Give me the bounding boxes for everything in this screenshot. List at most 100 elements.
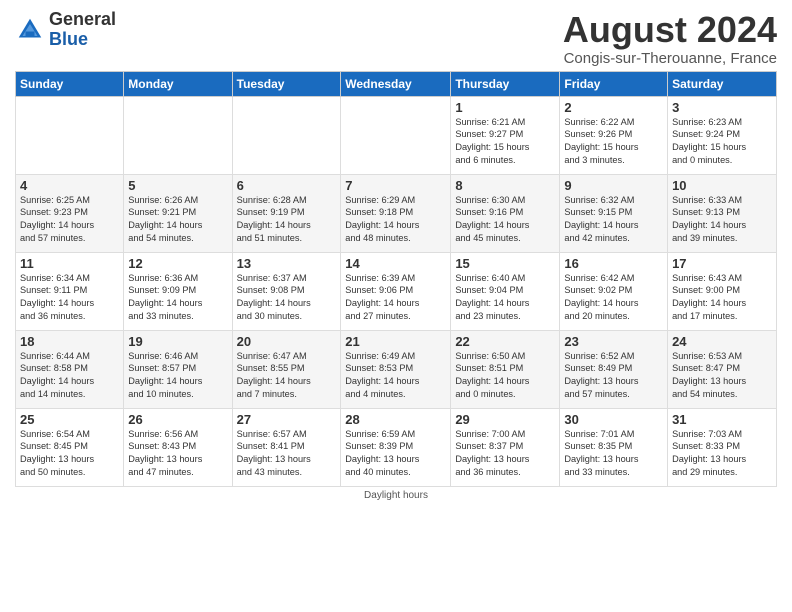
day-info: Sunrise: 6:30 AM Sunset: 9:16 PM Dayligh…	[455, 194, 555, 246]
day-number: 24	[672, 334, 772, 349]
day-info: Sunrise: 6:54 AM Sunset: 8:45 PM Dayligh…	[20, 428, 119, 480]
day-info: Sunrise: 6:56 AM Sunset: 8:43 PM Dayligh…	[128, 428, 227, 480]
day-number: 3	[672, 100, 772, 115]
day-info: Sunrise: 6:22 AM Sunset: 9:26 PM Dayligh…	[564, 116, 663, 168]
day-number: 8	[455, 178, 555, 193]
calendar-cell: 5Sunrise: 6:26 AM Sunset: 9:21 PM Daylig…	[124, 174, 232, 252]
page-container: General Blue August 2024 Congis-sur-Ther…	[0, 0, 792, 506]
day-number: 7	[345, 178, 446, 193]
day-number: 18	[20, 334, 119, 349]
calendar-day-header: Tuesday	[232, 71, 341, 96]
day-info: Sunrise: 6:57 AM Sunset: 8:41 PM Dayligh…	[237, 428, 337, 480]
day-info: Sunrise: 6:36 AM Sunset: 9:09 PM Dayligh…	[128, 272, 227, 324]
day-number: 12	[128, 256, 227, 271]
calendar-cell: 4Sunrise: 6:25 AM Sunset: 9:23 PM Daylig…	[16, 174, 124, 252]
calendar-week-row: 25Sunrise: 6:54 AM Sunset: 8:45 PM Dayli…	[16, 408, 777, 486]
day-info: Sunrise: 6:25 AM Sunset: 9:23 PM Dayligh…	[20, 194, 119, 246]
footer-note: Daylight hours	[15, 490, 777, 501]
calendar-cell	[232, 96, 341, 174]
calendar-cell: 28Sunrise: 6:59 AM Sunset: 8:39 PM Dayli…	[341, 408, 451, 486]
day-info: Sunrise: 6:49 AM Sunset: 8:53 PM Dayligh…	[345, 350, 446, 402]
calendar-day-header: Wednesday	[341, 71, 451, 96]
calendar-day-header: Sunday	[16, 71, 124, 96]
logo: General Blue	[15, 10, 116, 50]
calendar-cell: 30Sunrise: 7:01 AM Sunset: 8:35 PM Dayli…	[560, 408, 668, 486]
calendar-day-header: Saturday	[668, 71, 777, 96]
day-number: 29	[455, 412, 555, 427]
calendar-cell: 20Sunrise: 6:47 AM Sunset: 8:55 PM Dayli…	[232, 330, 341, 408]
day-info: Sunrise: 6:21 AM Sunset: 9:27 PM Dayligh…	[455, 116, 555, 168]
calendar-cell: 21Sunrise: 6:49 AM Sunset: 8:53 PM Dayli…	[341, 330, 451, 408]
calendar-cell: 26Sunrise: 6:56 AM Sunset: 8:43 PM Dayli…	[124, 408, 232, 486]
day-number: 21	[345, 334, 446, 349]
day-info: Sunrise: 6:26 AM Sunset: 9:21 PM Dayligh…	[128, 194, 227, 246]
footer-note-text: Daylight hours	[364, 490, 428, 501]
calendar-cell: 27Sunrise: 6:57 AM Sunset: 8:41 PM Dayli…	[232, 408, 341, 486]
day-number: 9	[564, 178, 663, 193]
calendar-cell: 31Sunrise: 7:03 AM Sunset: 8:33 PM Dayli…	[668, 408, 777, 486]
day-info: Sunrise: 6:37 AM Sunset: 9:08 PM Dayligh…	[237, 272, 337, 324]
calendar-header-row: SundayMondayTuesdayWednesdayThursdayFrid…	[16, 71, 777, 96]
calendar-cell: 6Sunrise: 6:28 AM Sunset: 9:19 PM Daylig…	[232, 174, 341, 252]
day-info: Sunrise: 6:53 AM Sunset: 8:47 PM Dayligh…	[672, 350, 772, 402]
calendar-day-header: Monday	[124, 71, 232, 96]
calendar-cell: 25Sunrise: 6:54 AM Sunset: 8:45 PM Dayli…	[16, 408, 124, 486]
calendar-cell: 13Sunrise: 6:37 AM Sunset: 9:08 PM Dayli…	[232, 252, 341, 330]
month-title: August 2024	[563, 10, 777, 50]
calendar-day-header: Friday	[560, 71, 668, 96]
day-number: 17	[672, 256, 772, 271]
calendar-cell: 15Sunrise: 6:40 AM Sunset: 9:04 PM Dayli…	[451, 252, 560, 330]
calendar-cell: 1Sunrise: 6:21 AM Sunset: 9:27 PM Daylig…	[451, 96, 560, 174]
calendar-cell: 16Sunrise: 6:42 AM Sunset: 9:02 PM Dayli…	[560, 252, 668, 330]
header: General Blue August 2024 Congis-sur-Ther…	[15, 10, 777, 67]
day-number: 20	[237, 334, 337, 349]
day-number: 28	[345, 412, 446, 427]
day-info: Sunrise: 6:33 AM Sunset: 9:13 PM Dayligh…	[672, 194, 772, 246]
day-number: 6	[237, 178, 337, 193]
day-number: 1	[455, 100, 555, 115]
calendar-cell: 8Sunrise: 6:30 AM Sunset: 9:16 PM Daylig…	[451, 174, 560, 252]
calendar-cell: 9Sunrise: 6:32 AM Sunset: 9:15 PM Daylig…	[560, 174, 668, 252]
day-info: Sunrise: 6:34 AM Sunset: 9:11 PM Dayligh…	[20, 272, 119, 324]
calendar-table: SundayMondayTuesdayWednesdayThursdayFrid…	[15, 71, 777, 487]
day-info: Sunrise: 6:44 AM Sunset: 8:58 PM Dayligh…	[20, 350, 119, 402]
day-number: 15	[455, 256, 555, 271]
calendar-week-row: 4Sunrise: 6:25 AM Sunset: 9:23 PM Daylig…	[16, 174, 777, 252]
day-info: Sunrise: 6:42 AM Sunset: 9:02 PM Dayligh…	[564, 272, 663, 324]
calendar-cell	[16, 96, 124, 174]
day-info: Sunrise: 6:28 AM Sunset: 9:19 PM Dayligh…	[237, 194, 337, 246]
calendar-cell: 17Sunrise: 6:43 AM Sunset: 9:00 PM Dayli…	[668, 252, 777, 330]
day-info: Sunrise: 6:23 AM Sunset: 9:24 PM Dayligh…	[672, 116, 772, 168]
calendar-cell: 10Sunrise: 6:33 AM Sunset: 9:13 PM Dayli…	[668, 174, 777, 252]
calendar-cell: 3Sunrise: 6:23 AM Sunset: 9:24 PM Daylig…	[668, 96, 777, 174]
day-number: 16	[564, 256, 663, 271]
calendar-week-row: 18Sunrise: 6:44 AM Sunset: 8:58 PM Dayli…	[16, 330, 777, 408]
day-info: Sunrise: 6:32 AM Sunset: 9:15 PM Dayligh…	[564, 194, 663, 246]
day-number: 27	[237, 412, 337, 427]
calendar-cell	[341, 96, 451, 174]
day-number: 10	[672, 178, 772, 193]
logo-text: General Blue	[49, 10, 116, 50]
day-number: 4	[20, 178, 119, 193]
day-info: Sunrise: 6:52 AM Sunset: 8:49 PM Dayligh…	[564, 350, 663, 402]
day-number: 13	[237, 256, 337, 271]
day-info: Sunrise: 6:47 AM Sunset: 8:55 PM Dayligh…	[237, 350, 337, 402]
title-area: August 2024 Congis-sur-Therouanne, Franc…	[563, 10, 777, 67]
day-info: Sunrise: 6:40 AM Sunset: 9:04 PM Dayligh…	[455, 272, 555, 324]
calendar-day-header: Thursday	[451, 71, 560, 96]
calendar-cell: 23Sunrise: 6:52 AM Sunset: 8:49 PM Dayli…	[560, 330, 668, 408]
day-number: 22	[455, 334, 555, 349]
day-number: 2	[564, 100, 663, 115]
day-info: Sunrise: 6:46 AM Sunset: 8:57 PM Dayligh…	[128, 350, 227, 402]
day-info: Sunrise: 6:29 AM Sunset: 9:18 PM Dayligh…	[345, 194, 446, 246]
calendar-cell: 24Sunrise: 6:53 AM Sunset: 8:47 PM Dayli…	[668, 330, 777, 408]
day-info: Sunrise: 7:00 AM Sunset: 8:37 PM Dayligh…	[455, 428, 555, 480]
calendar-cell: 14Sunrise: 6:39 AM Sunset: 9:06 PM Dayli…	[341, 252, 451, 330]
calendar-cell	[124, 96, 232, 174]
logo-icon	[15, 15, 45, 45]
calendar-cell: 22Sunrise: 6:50 AM Sunset: 8:51 PM Dayli…	[451, 330, 560, 408]
day-number: 30	[564, 412, 663, 427]
day-info: Sunrise: 7:03 AM Sunset: 8:33 PM Dayligh…	[672, 428, 772, 480]
day-info: Sunrise: 6:50 AM Sunset: 8:51 PM Dayligh…	[455, 350, 555, 402]
day-number: 26	[128, 412, 227, 427]
